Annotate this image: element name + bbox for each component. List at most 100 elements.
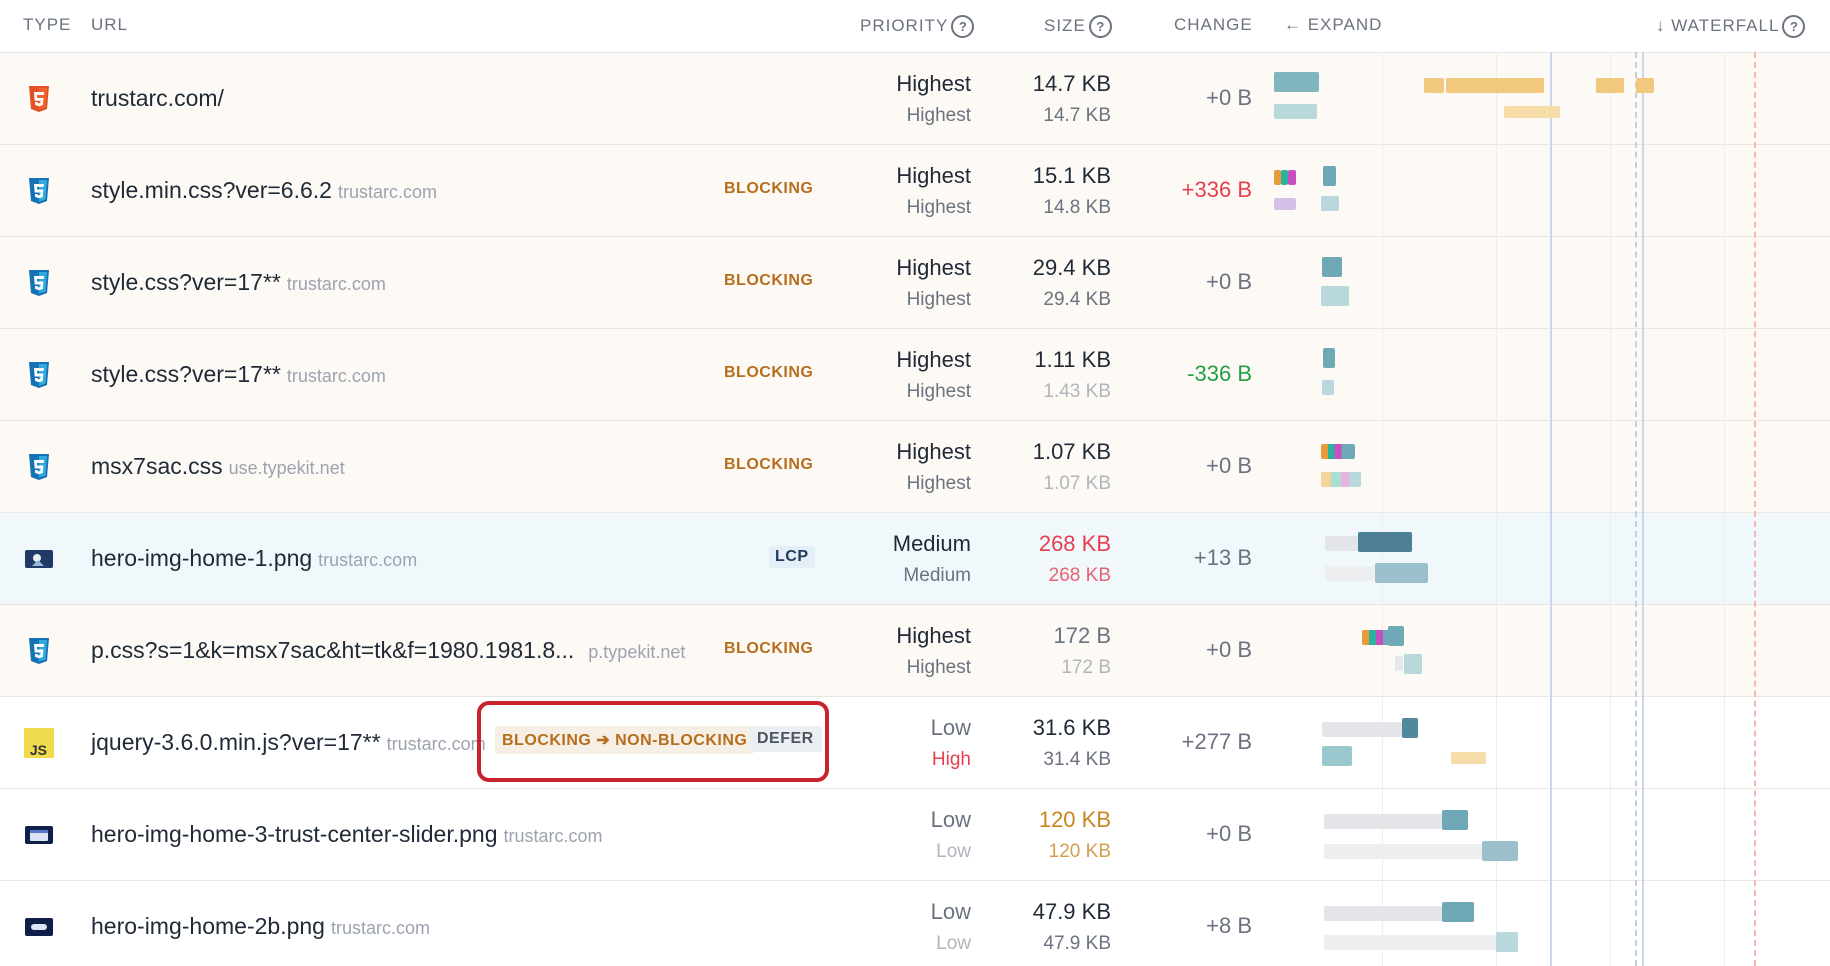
- table-row[interactable]: p.css?s=1&k=msx7sac&ht=tk&f=1980.1981.8.…: [0, 605, 1830, 697]
- size-change: +0 B: [1206, 821, 1252, 846]
- help-icon[interactable]: ?: [1088, 15, 1112, 38]
- blocking-badge: BLOCKING: [724, 272, 814, 289]
- blocking-badge: BLOCKING: [724, 456, 814, 473]
- header-url[interactable]: URL: [91, 15, 128, 35]
- size-previous: 268 KB: [1048, 565, 1111, 586]
- highlight-annotation: [477, 701, 829, 782]
- request-host: use.typekit.net: [228, 458, 345, 478]
- header-size[interactable]: SIZE?: [1044, 15, 1112, 38]
- request-host: trustarc.com: [286, 274, 386, 294]
- request-host: trustarc.com: [318, 550, 418, 570]
- size: 14.7 KB: [1032, 71, 1111, 96]
- size: 15.1 KB: [1032, 163, 1111, 188]
- priority-previous: Low: [936, 933, 971, 954]
- size: 29.4 KB: [1032, 255, 1111, 280]
- expand-button[interactable]: ← EXPAND: [1284, 15, 1382, 35]
- request-url[interactable]: trustarc.com/: [91, 85, 224, 112]
- size-change: -336 B: [1187, 361, 1252, 386]
- request-url[interactable]: style.css?ver=17** trustarc.com: [91, 269, 386, 296]
- css3-icon: [29, 270, 49, 296]
- request-url[interactable]: jquery-3.6.0.min.js?ver=17** trustarc.com: [91, 729, 486, 756]
- request-url[interactable]: hero-img-home-1.png trustarc.com: [91, 545, 417, 572]
- size-change: +0 B: [1206, 637, 1252, 662]
- table-row[interactable]: hero-img-home-2b.png trustarc.com Low Low…: [0, 881, 1830, 966]
- priority-previous: Medium: [903, 565, 971, 586]
- size-change: +8 B: [1206, 913, 1252, 938]
- image-thumbnail-icon: [25, 550, 53, 568]
- table-row[interactable]: trustarc.com/ Highest Highest 14.7 KB 14…: [0, 53, 1830, 145]
- priority: Low: [930, 899, 971, 924]
- request-host: trustarc.com: [386, 734, 486, 754]
- css3-icon: [29, 178, 49, 204]
- table-row[interactable]: style.css?ver=17** trustarc.com BLOCKING …: [0, 329, 1830, 421]
- request-host: trustarc.com: [503, 826, 603, 846]
- request-url[interactable]: hero-img-home-3-trust-center-slider.png t…: [91, 821, 603, 848]
- priority: Low: [930, 715, 971, 740]
- priority: Medium: [892, 531, 971, 556]
- lcp-badge: LCP: [769, 546, 815, 568]
- image-thumbnail-icon: [25, 918, 53, 936]
- request-url[interactable]: msx7sac.css use.typekit.net: [91, 453, 345, 480]
- priority-previous: Highest: [906, 289, 971, 310]
- size-previous: 14.8 KB: [1043, 197, 1111, 218]
- table-row[interactable]: style.min.css?ver=6.6.2 trustarc.com BLOC…: [0, 145, 1830, 237]
- request-host: trustarc.com: [337, 182, 437, 202]
- size: 268 KB: [1038, 531, 1111, 556]
- priority-previous: Highest: [906, 105, 971, 126]
- help-icon[interactable]: ?: [1782, 15, 1806, 38]
- header-priority[interactable]: PRIORITY?: [860, 15, 975, 38]
- size-change: +0 B: [1206, 269, 1252, 294]
- header-change[interactable]: CHANGE: [1174, 15, 1253, 35]
- css3-icon: [29, 638, 49, 664]
- request-table: TYPE URL PRIORITY? SIZE? CHANGE ← EXPAND…: [0, 0, 1830, 966]
- size-change: +277 B: [1181, 729, 1252, 754]
- priority: Highest: [896, 71, 971, 96]
- table-row[interactable]: hero-img-home-3-trust-center-slider.png t…: [0, 789, 1830, 881]
- priority-previous: Low: [936, 841, 971, 862]
- request-host: p.typekit.net: [588, 642, 686, 662]
- priority: Highest: [896, 255, 971, 280]
- css3-icon: [29, 362, 49, 388]
- table-row[interactable]: JS jquery-3.6.0.min.js?ver=17** trustarc.…: [0, 697, 1830, 789]
- header-type[interactable]: TYPE: [23, 15, 71, 35]
- size-change: +0 B: [1206, 85, 1252, 110]
- size: 31.6 KB: [1032, 715, 1111, 740]
- size: 47.9 KB: [1032, 899, 1111, 924]
- size-previous: 31.4 KB: [1043, 749, 1111, 770]
- svg-text:JS: JS: [30, 742, 47, 758]
- table-header: TYPE URL PRIORITY? SIZE? CHANGE ← EXPAND…: [0, 0, 1830, 53]
- size-previous: 14.7 KB: [1043, 105, 1111, 126]
- js-icon: JS: [24, 728, 54, 758]
- size-previous: 120 KB: [1048, 841, 1111, 862]
- size-change: +13 B: [1193, 545, 1252, 570]
- size-change: +0 B: [1206, 453, 1252, 478]
- help-icon[interactable]: ?: [951, 15, 975, 38]
- header-waterfall[interactable]: ↓ WATERFALL?: [1656, 15, 1806, 38]
- priority-previous: Highest: [906, 657, 971, 678]
- priority: Highest: [896, 439, 971, 464]
- priority-previous: Highest: [906, 473, 971, 494]
- size: 1.07 KB: [1032, 439, 1111, 464]
- size-previous: 47.9 KB: [1043, 933, 1111, 954]
- blocking-badge: BLOCKING: [724, 180, 814, 197]
- request-url[interactable]: style.min.css?ver=6.6.2 trustarc.com: [91, 177, 437, 204]
- size-previous: 29.4 KB: [1043, 289, 1111, 310]
- priority: Highest: [896, 163, 971, 188]
- request-url[interactable]: p.css?s=1&k=msx7sac&ht=tk&f=1980.1981.8.…: [91, 637, 685, 664]
- request-url[interactable]: hero-img-home-2b.png trustarc.com: [91, 913, 430, 940]
- size-change: +336 B: [1181, 177, 1252, 202]
- request-host: trustarc.com: [286, 366, 386, 386]
- table-row[interactable]: hero-img-home-1.png trustarc.com LCP Medi…: [0, 513, 1830, 605]
- image-thumbnail-icon: [25, 826, 53, 844]
- size-previous: 172 B: [1061, 657, 1111, 678]
- priority: Highest: [896, 623, 971, 648]
- blocking-badge: BLOCKING: [724, 364, 814, 381]
- priority-previous: High: [931, 749, 971, 770]
- table-row[interactable]: style.css?ver=17** trustarc.com BLOCKING …: [0, 237, 1830, 329]
- table-row[interactable]: msx7sac.css use.typekit.net BLOCKING High…: [0, 421, 1830, 513]
- size-previous: 1.43 KB: [1043, 381, 1111, 402]
- request-url[interactable]: style.css?ver=17** trustarc.com: [91, 361, 386, 388]
- size-previous: 1.07 KB: [1043, 473, 1111, 494]
- priority-previous: Highest: [906, 381, 971, 402]
- css3-icon: [29, 454, 49, 480]
